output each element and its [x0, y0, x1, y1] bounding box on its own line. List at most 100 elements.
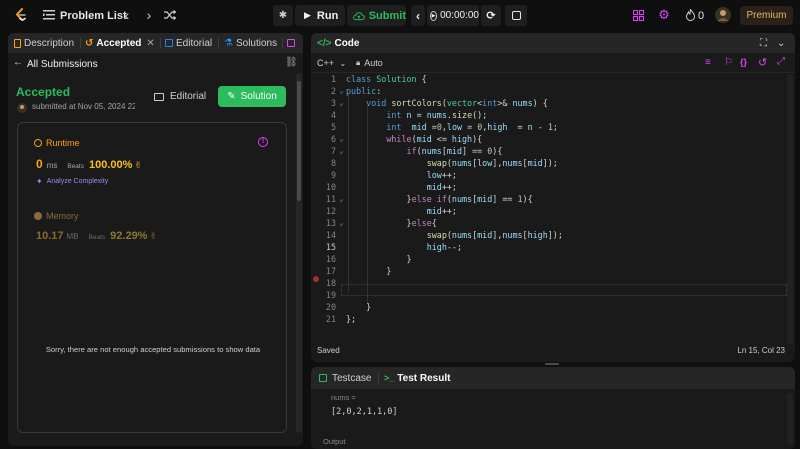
tab-code[interactable]: </> Code: [317, 33, 359, 53]
code-line: mid++;: [426, 182, 457, 192]
tab-test-result-label: Test Result: [397, 372, 451, 384]
all-submissions-link[interactable]: All Submissions: [27, 59, 98, 70]
solution-button[interactable]: ✎ Solution: [218, 86, 286, 107]
tab-editorial[interactable]: Editorial: [165, 33, 212, 53]
problem-list-icon[interactable]: [42, 9, 56, 21]
code-line: };: [346, 314, 357, 324]
submissions-icon: [287, 39, 295, 47]
tab-testcase-label: Testcase: [332, 372, 372, 384]
book-icon: [165, 39, 173, 47]
bookmark-icon[interactable]: ⚐: [724, 57, 733, 68]
left-scrollbar[interactable]: [296, 73, 302, 433]
tab-test-result[interactable]: >_ Test Result: [384, 367, 450, 389]
line-number: 10: [325, 182, 336, 192]
left-panel: Description ↺ Accepted ✕ Editorial ⚗ Sol…: [8, 33, 303, 446]
problem-list-link[interactable]: Problem List: [60, 10, 127, 22]
test-scrollbar[interactable]: [787, 393, 793, 445]
tab-submissions[interactable]: [287, 33, 298, 53]
play-icon: ▶: [304, 10, 311, 20]
code-editor[interactable]: 1 class Solution { 2 ⌄ public: 3 ⌄ void …: [311, 74, 795, 344]
submitted-time: submitted at Nov 05, 2024 22:: [32, 102, 135, 111]
braces-icon[interactable]: {}: [740, 57, 747, 67]
info-icon[interactable]: !: [258, 137, 268, 147]
run-button[interactable]: ▶ Run: [295, 5, 345, 26]
runtime-label: Runtime: [46, 138, 80, 148]
tab-testcase[interactable]: Testcase: [319, 367, 371, 389]
fold-chevron-icon[interactable]: ⌄: [339, 194, 344, 203]
line-number: 18: [325, 278, 336, 288]
chevron-down-icon[interactable]: ⌄: [777, 33, 785, 53]
line-number: 4: [330, 110, 336, 120]
collapse-timer-button[interactable]: ‹: [411, 5, 425, 26]
celebrate-icon: ✌: [134, 160, 142, 170]
link-icon[interactable]: ⛓: [285, 57, 298, 68]
shuffle-icon[interactable]: [163, 8, 177, 22]
debug-button[interactable]: ✱: [273, 5, 293, 26]
analyze-complexity-link[interactable]: ✦ Analyze Complexity: [36, 177, 108, 186]
runtime-beats-label: Beats: [67, 163, 84, 170]
line-number: 19: [325, 290, 336, 300]
timer[interactable]: ▶ 00:00:00: [427, 5, 479, 26]
chevron-left-icon: ‹: [416, 8, 420, 23]
tab-divider: [160, 38, 161, 48]
maximize-icon[interactable]: ⛶: [760, 33, 767, 53]
autocomplete-mode[interactable]: 🔒︎ Auto: [356, 58, 383, 68]
premium-button[interactable]: Premium: [740, 6, 793, 25]
tab-solutions[interactable]: ⚗ Solutions: [224, 33, 277, 53]
tab-divider: [218, 38, 219, 48]
close-tab-icon[interactable]: ✕: [146, 38, 154, 49]
test-tabbar: Testcase >_ Test Result: [311, 367, 795, 389]
expand-editor-icon[interactable]: ⤢: [777, 56, 785, 67]
line-number: 14: [325, 230, 336, 240]
line-number: 11: [325, 194, 336, 204]
checkbox-icon: [319, 374, 327, 382]
submit-button[interactable]: Submit: [347, 5, 406, 26]
breakpoint-dot[interactable]: [313, 276, 319, 282]
next-problem-icon[interactable]: ›: [142, 7, 156, 23]
prev-problem-icon[interactable]: ‹: [120, 7, 134, 23]
layout-grid-icon[interactable]: [632, 9, 644, 21]
format-code-icon[interactable]: ≡: [705, 57, 711, 68]
runtime-value: 0: [36, 157, 43, 171]
runtime-unit: ms: [46, 161, 58, 170]
panel-resize-handle[interactable]: [545, 363, 559, 365]
fold-chevron-icon[interactable]: ⌄: [339, 146, 344, 155]
reset-code-icon[interactable]: ↺: [758, 56, 767, 69]
language-select[interactable]: C++ ⌄: [317, 58, 346, 68]
tab-accepted[interactable]: ↺ Accepted ✕: [85, 33, 155, 53]
reset-timer-button[interactable]: ⟳: [481, 5, 501, 26]
streak-fire-icon[interactable]: [684, 8, 696, 22]
memory-value: 10.17: [36, 230, 64, 242]
memory-header: Memory: [34, 211, 79, 221]
line-number: 12: [325, 206, 336, 216]
code-line: high--;: [426, 242, 462, 252]
fold-chevron-icon[interactable]: ⌄: [339, 86, 344, 95]
fold-chevron-icon[interactable]: ⌄: [339, 218, 344, 227]
left-scrollbar-thumb[interactable]: [297, 81, 301, 201]
tab-accepted-label: Accepted: [96, 37, 142, 49]
fold-chevron-icon[interactable]: ⌄: [339, 134, 344, 143]
back-arrow-icon[interactable]: ←: [13, 57, 23, 68]
runtime-stats: 0 ms Beats 100.00% ✌: [36, 157, 142, 171]
tab-description[interactable]: Description: [14, 33, 74, 53]
cursor-position: Ln 15, Col 23: [737, 346, 785, 355]
submit-label: Submit: [368, 9, 406, 22]
user-avatar[interactable]: [715, 7, 731, 23]
refresh-icon: ⟳: [486, 10, 496, 22]
line-number: 8: [330, 158, 336, 168]
settings-gear-icon[interactable]: ⚙: [657, 7, 671, 22]
line-number: 9: [330, 170, 336, 180]
bug-icon: ✱: [278, 10, 288, 21]
line-number: 2: [330, 86, 336, 96]
celebrate-icon: ✌: [149, 231, 158, 241]
notes-button[interactable]: [505, 5, 527, 26]
leetcode-logo[interactable]: [14, 8, 28, 22]
memory-stats: 10.17 MB Beats 92.29% ✌: [36, 230, 157, 242]
fold-chevron-icon[interactable]: ⌄: [339, 98, 344, 107]
memory-label: Memory: [46, 211, 79, 221]
left-tabbar: Description ↺ Accepted ✕ Editorial ⚗ Sol…: [8, 33, 303, 53]
code-scrollbar[interactable]: [787, 74, 793, 344]
editorial-button[interactable]: Editorial: [154, 91, 206, 102]
note-icon: [511, 11, 521, 20]
test-panel: Testcase >_ Test Result nums = [2,0,2,1,…: [311, 367, 795, 449]
